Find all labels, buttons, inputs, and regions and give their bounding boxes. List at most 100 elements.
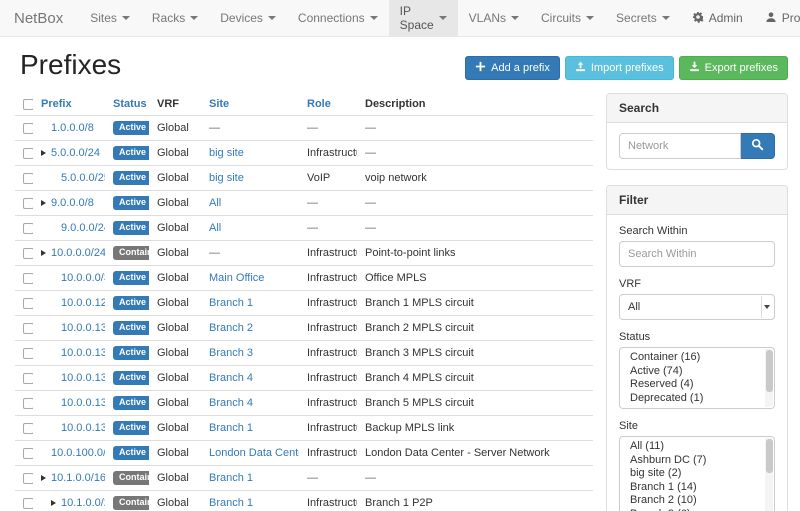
expand-arrow-icon[interactable]	[41, 147, 51, 159]
nav-item-sites[interactable]: Sites	[79, 0, 141, 36]
listbox-option[interactable]: Branch 2 (10)	[620, 494, 774, 508]
site-link[interactable]: Branch 3	[209, 347, 253, 359]
site-link[interactable]: big site	[209, 147, 244, 159]
site-link[interactable]: Branch 1	[209, 497, 253, 509]
site-cell: London Data Center	[201, 441, 299, 466]
empty-marker: —	[209, 122, 220, 134]
row-checkbox[interactable]	[23, 123, 33, 134]
scrollbar-thumb[interactable]	[766, 439, 773, 473]
nav-item-racks[interactable]: Racks	[141, 0, 209, 36]
search-button[interactable]	[741, 133, 775, 159]
row-checkbox[interactable]	[23, 373, 33, 384]
expand-arrow-icon[interactable]	[41, 247, 51, 259]
sort-link-prefix[interactable]: Prefix	[41, 98, 72, 110]
listbox-option[interactable]: Container (16)	[620, 351, 774, 365]
prefix-link[interactable]: 10.0.0.130/31	[61, 322, 105, 334]
select-all-checkbox[interactable]	[23, 99, 33, 110]
prefix-link[interactable]: 10.0.0.0/31	[61, 272, 105, 284]
listbox-option[interactable]: Deprecated (1)	[620, 392, 774, 406]
prefix-link[interactable]: 9.0.0.0/8	[51, 197, 94, 209]
nav-item-devices[interactable]: Devices	[209, 0, 287, 36]
site-link[interactable]: Branch 4	[209, 397, 253, 409]
listbox-option[interactable]: Active (74)	[620, 365, 774, 379]
prefix-link[interactable]: 5.0.0.0/25	[61, 172, 105, 184]
prefix-link[interactable]: 10.0.0.136/31	[61, 397, 105, 409]
vrf-cell: Global	[149, 391, 201, 416]
description-cell: voip network	[357, 166, 593, 191]
nav-item-admin[interactable]: Admin	[681, 0, 754, 36]
row-checkbox[interactable]	[23, 223, 33, 234]
listbox-option[interactable]: Reserved (4)	[620, 378, 774, 392]
prefix-link[interactable]: 5.0.0.0/24	[51, 147, 100, 159]
row-checkbox[interactable]	[23, 298, 33, 309]
site-link[interactable]: Branch 1	[209, 472, 253, 484]
brand-link[interactable]: NetBox	[0, 0, 79, 36]
scrollbar[interactable]	[765, 349, 773, 407]
prefix-link[interactable]: 1.0.0.0/8	[51, 122, 94, 134]
prefix-link[interactable]: 10.0.0.134/31	[61, 372, 105, 384]
nav-item-secrets[interactable]: Secrets	[605, 0, 681, 36]
prefix-cell: 5.0.0.0/24	[33, 141, 105, 166]
prefix-link[interactable]: 9.0.0.0/24	[61, 222, 105, 234]
row-checkbox[interactable]	[23, 398, 33, 409]
nav-item-ip-space[interactable]: IP Space	[389, 0, 458, 36]
sort-link-status[interactable]: Status	[113, 98, 147, 110]
row-checkbox[interactable]	[23, 173, 33, 184]
row-checkbox[interactable]	[23, 448, 33, 459]
filter-input-search-within[interactable]	[619, 241, 775, 267]
selected-value: All	[628, 301, 640, 313]
scrollbar-thumb[interactable]	[766, 350, 773, 392]
prefix-link[interactable]: 10.0.0.132/31	[61, 347, 105, 359]
export-prefixes-button[interactable]: Export prefixes	[679, 56, 788, 80]
listbox-option[interactable]: big site (2)	[620, 467, 774, 481]
site-link[interactable]: Branch 1	[209, 297, 253, 309]
row-checkbox[interactable]	[23, 473, 33, 484]
site-link[interactable]: Branch 4	[209, 372, 253, 384]
row-checkbox[interactable]	[23, 423, 33, 434]
nav-item-circuits[interactable]: Circuits	[530, 0, 605, 36]
prefix-link[interactable]: 10.0.0.0/24	[51, 247, 105, 259]
add-a-prefix-button[interactable]: Add a prefix	[465, 56, 560, 80]
row-checkbox[interactable]	[23, 273, 33, 284]
import-prefixes-button[interactable]: Import prefixes	[565, 56, 674, 80]
listbox-option[interactable]: Branch 1 (14)	[620, 481, 774, 495]
expand-arrow-icon[interactable]	[51, 497, 61, 509]
site-link[interactable]: London Data Center	[209, 447, 299, 459]
expand-arrow-icon[interactable]	[41, 197, 51, 209]
nav-item-connections[interactable]: Connections	[287, 0, 389, 36]
row-checkbox[interactable]	[23, 498, 33, 509]
prefix-link[interactable]: 10.1.0.0/24	[61, 497, 105, 509]
row-checkbox[interactable]	[23, 248, 33, 259]
description-cell: —	[357, 141, 593, 166]
row-checkbox[interactable]	[23, 148, 33, 159]
site-link[interactable]: Main Office	[209, 272, 264, 284]
prefix-link[interactable]: 10.1.0.0/16	[51, 472, 105, 484]
listbox-option[interactable]: Ashburn DC (7)	[620, 454, 774, 468]
row-checkbox[interactable]	[23, 348, 33, 359]
expand-arrow-icon[interactable]	[41, 472, 51, 484]
prefix-link[interactable]: 10.0.0.138/31	[61, 422, 105, 434]
search-icon	[751, 138, 764, 154]
nav-item-profile[interactable]: Profile	[754, 0, 800, 36]
listbox-option[interactable]: Branch 3 (6)	[620, 508, 774, 511]
site-link[interactable]: All	[209, 197, 221, 209]
description-cell: Branch 3 MPLS circuit	[357, 341, 593, 366]
empty-marker: —	[365, 122, 376, 134]
site-link[interactable]: All	[209, 222, 221, 234]
nav-item-vlans[interactable]: VLANs	[458, 0, 530, 36]
site-link[interactable]: Branch 2	[209, 322, 253, 334]
sort-link-site[interactable]: Site	[209, 98, 229, 110]
prefix-link[interactable]: 10.0.0.128/31	[61, 297, 105, 309]
site-link[interactable]: big site	[209, 172, 244, 184]
search-input[interactable]	[619, 133, 741, 159]
row-checkbox[interactable]	[23, 198, 33, 209]
row-checkbox[interactable]	[23, 323, 33, 334]
listbox-option[interactable]: All (11)	[620, 440, 774, 454]
prefix-link[interactable]: 10.0.100.0/24	[51, 447, 105, 459]
site-link[interactable]: Branch 1	[209, 422, 253, 434]
scrollbar[interactable]	[765, 438, 773, 511]
prefix-cell: 10.0.0.0/31	[33, 266, 105, 291]
plus-icon	[475, 61, 486, 75]
sort-link-role[interactable]: Role	[307, 98, 331, 110]
filter-select-vrf[interactable]: All	[619, 294, 775, 320]
